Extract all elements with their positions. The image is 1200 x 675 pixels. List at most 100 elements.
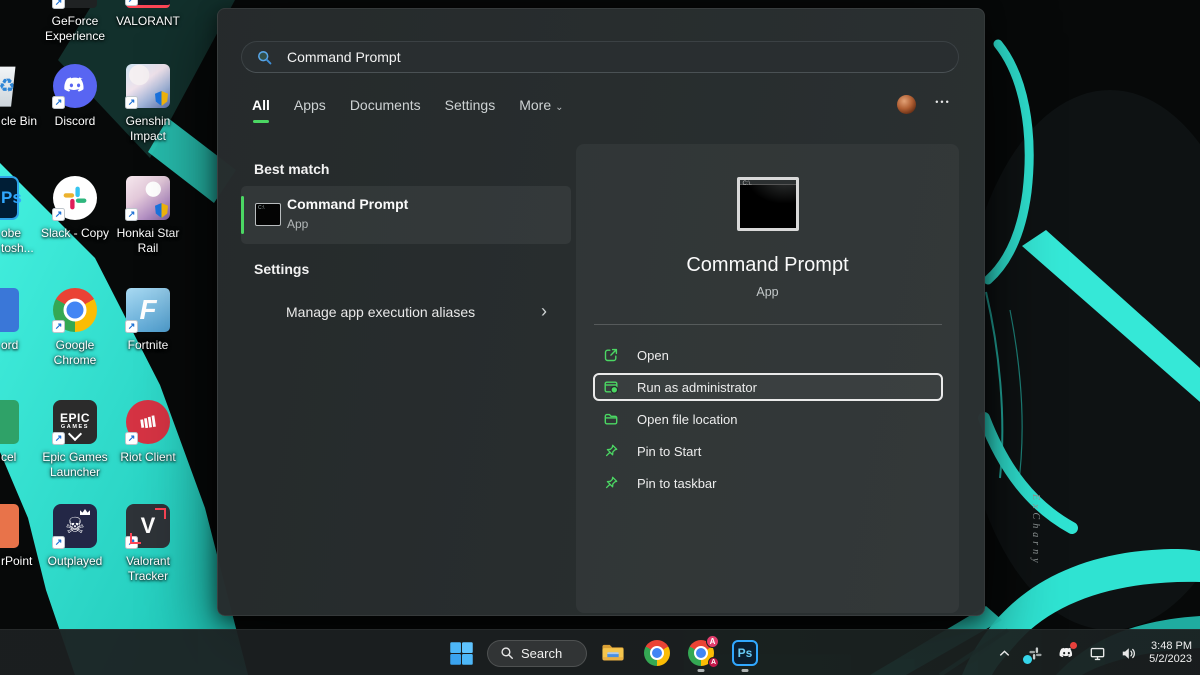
taskbar-search[interactable]: Search	[487, 640, 587, 667]
profile-badge: A	[708, 657, 719, 668]
tab-apps[interactable]: Apps	[294, 97, 326, 121]
search-input[interactable]	[285, 48, 944, 66]
action-open-file-location[interactable]: Open file location	[593, 405, 943, 433]
action-open[interactable]: Open	[593, 341, 943, 369]
desktop-icon-valtracker[interactable]: V↗ValorantTracker	[100, 504, 196, 584]
desktop-icon-honkai[interactable]: ↗ Honkai StarRail	[100, 176, 196, 256]
shortcut-arrow-icon: ↗	[125, 0, 138, 6]
desktop-icon-riot[interactable]: ↗ Riot Client	[100, 400, 196, 465]
shortcut-arrow-icon: ↗	[52, 208, 65, 221]
start-button[interactable]	[443, 633, 479, 673]
shortcut-arrow-icon: ↗	[125, 96, 138, 109]
divider	[594, 324, 942, 325]
profile-badge: A	[706, 635, 719, 648]
shortcut-arrow-icon: ↗	[52, 536, 65, 549]
clock-date: 5/2/2023	[1149, 653, 1192, 666]
action-label: Open	[637, 348, 669, 363]
fortnite-icon: F↗	[126, 288, 170, 332]
chrome-icon: ↗	[53, 288, 97, 332]
file-explorer[interactable]	[595, 633, 631, 673]
chevron-right-icon: ›	[541, 301, 547, 322]
valorant-icon: ↗	[126, 0, 170, 8]
shortcut-arrow-icon: ↗	[125, 320, 138, 333]
tab-all[interactable]: All	[252, 97, 270, 121]
best-match-header: Best match	[254, 161, 329, 177]
shortcut-arrow-icon: ↗	[125, 536, 138, 549]
taskbar-search-label: Search	[521, 646, 562, 661]
best-match-item[interactable]: Command Prompt App	[241, 186, 571, 244]
tab-more[interactable]: More⌄	[519, 97, 563, 121]
icon-glyph: F	[139, 294, 156, 326]
discord-tray-icon[interactable]	[1056, 643, 1076, 663]
honkai-icon: ↗	[126, 176, 170, 220]
search-box[interactable]	[241, 41, 959, 73]
taskbar-apps: Search AA Ps	[443, 633, 763, 673]
action-pin-to-start[interactable]: Pin to Start	[593, 437, 943, 465]
icon-glyph: EPICGAMES	[60, 413, 90, 431]
taskbar-clock[interactable]: 3:48 PM 5/2/2023	[1149, 640, 1192, 666]
ppt-icon	[0, 504, 19, 548]
epic-icon: EPICGAMES↗	[53, 400, 97, 444]
pin-icon	[603, 443, 619, 459]
discord-icon: ↗	[53, 64, 97, 108]
tab-documents[interactable]: Documents	[350, 97, 421, 121]
shortcut-arrow-icon: ↗	[52, 320, 65, 333]
selection-accent-bar	[241, 196, 244, 234]
desktop-icon-label: GenshinImpact	[100, 114, 196, 144]
recycle-glyph: ♻	[0, 75, 16, 98]
best-match-title: Command Prompt	[287, 196, 408, 212]
action-run-as-administrator[interactable]: Run as administrator	[593, 373, 943, 401]
desktop-icon-label: Riot Client	[100, 450, 196, 465]
action-list: Open Run as administrator Open file locati…	[593, 341, 943, 501]
command-prompt-icon	[255, 203, 281, 226]
notification-dot	[1023, 655, 1032, 664]
best-match-subtitle: App	[287, 217, 308, 231]
genshin-icon: ↗	[126, 64, 170, 108]
slack-icon: ↗	[53, 176, 97, 220]
chrome[interactable]	[639, 633, 675, 673]
photoshop[interactable]: Ps	[727, 633, 763, 673]
riot-icon: ↗	[126, 400, 170, 444]
desktop: ExCharny s PC↗GeForceExperience↗VALORANT…	[0, 0, 1200, 675]
desktop-icon-label: Honkai StarRail	[100, 226, 196, 256]
desktop-icon-fortnite[interactable]: F↗ Fortnite	[100, 288, 196, 353]
recycle-icon: ♻	[0, 64, 19, 108]
desktop-icon-valorant[interactable]: ↗VALORANT	[100, 0, 196, 29]
taskbar: Search AA Ps 3:48 PM 5/2/2023	[0, 629, 1200, 675]
desktop-icon-label: Fortnite	[100, 338, 196, 353]
action-label: Pin to Start	[637, 444, 701, 459]
preview-pane: Command Prompt App OpenRun as administra…	[576, 144, 959, 613]
geforce-icon: ↗	[53, 0, 97, 8]
action-label: Pin to taskbar	[637, 476, 717, 491]
icon-glyph2: GAMES	[60, 424, 90, 431]
photoshop-icon: Ps	[732, 640, 758, 666]
chevron-up-icon[interactable]	[994, 643, 1014, 663]
file-explorer-icon	[599, 640, 627, 666]
action-label: Open file location	[637, 412, 737, 427]
tab-settings[interactable]: Settings	[445, 97, 496, 121]
action-label: Run as administrator	[637, 380, 757, 395]
windows-logo-icon	[449, 641, 474, 666]
open-folder-icon	[603, 411, 619, 427]
action-pin-to-taskbar[interactable]: Pin to taskbar	[593, 469, 943, 497]
chrome-profile[interactable]: AA	[683, 633, 719, 673]
shortcut-arrow-icon: ↗	[125, 432, 138, 445]
avatar[interactable]	[897, 95, 916, 114]
excel-icon	[0, 400, 19, 444]
search-tabs: All Apps Documents Settings More⌄	[252, 97, 564, 121]
run-admin-icon	[603, 379, 619, 395]
network-icon[interactable]	[1087, 643, 1107, 663]
manage-app-aliases-item[interactable]: Manage app execution aliases ›	[241, 295, 571, 331]
preview-title: Command Prompt	[576, 254, 959, 277]
volume-icon[interactable]	[1118, 643, 1138, 663]
open-external-icon	[603, 347, 619, 363]
slack-tray-icon[interactable]	[1025, 643, 1045, 663]
icon-glyph: Ps	[0, 188, 22, 208]
settings-header: Settings	[254, 261, 309, 277]
icon-glyph: ☠	[65, 515, 85, 537]
search-icon	[500, 646, 514, 660]
more-options-icon[interactable]: •••	[930, 97, 956, 107]
desktop-icon-genshin[interactable]: ↗ GenshinImpact	[100, 64, 196, 144]
shortcut-arrow-icon: ↗	[52, 96, 65, 109]
clock-time: 3:48 PM	[1149, 640, 1192, 653]
